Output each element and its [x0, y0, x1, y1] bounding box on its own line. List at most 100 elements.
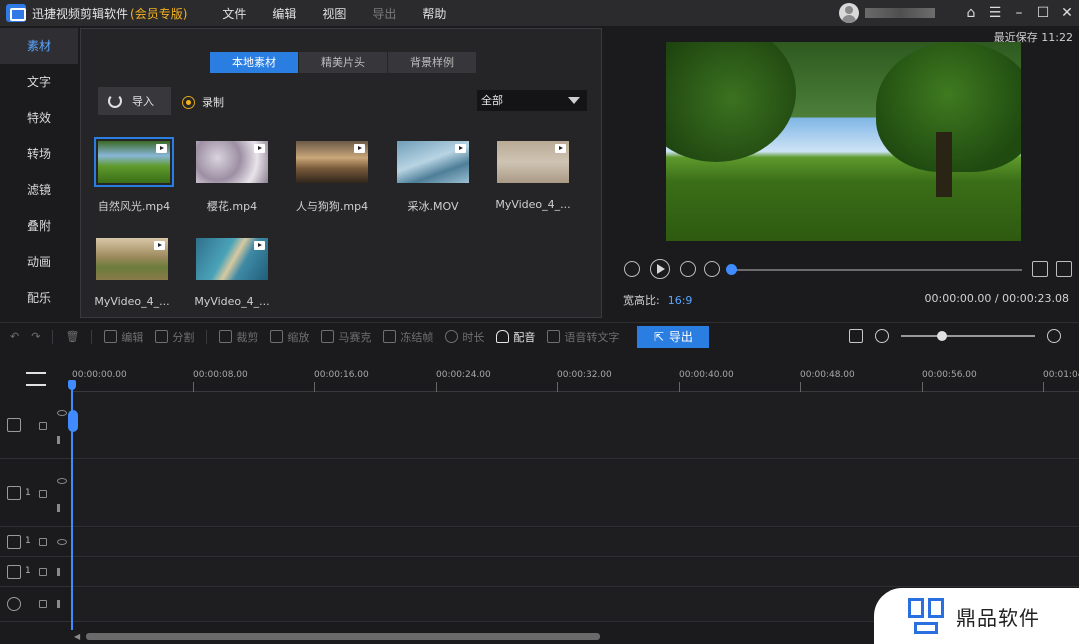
minimize-icon[interactable]: – — [1007, 0, 1031, 26]
username-blurred[interactable] — [865, 8, 935, 18]
close-icon[interactable]: ✕ — [1055, 0, 1079, 26]
track-header: 1 — [0, 528, 72, 556]
split-label: 分割 — [172, 330, 195, 344]
media-item[interactable]: 樱花.mp4 — [196, 141, 268, 213]
freeze-label: 冻结帧 — [400, 330, 434, 344]
media-item[interactable]: MyVideo_4_... — [94, 238, 170, 308]
sidebar-item-overlay[interactable]: 叠附 — [0, 208, 78, 244]
track-lane[interactable] — [72, 460, 1079, 526]
divider — [52, 329, 54, 344]
speaker-icon[interactable] — [57, 436, 65, 444]
sidebar-item-music[interactable]: 配乐 — [0, 280, 78, 316]
zoom-in-icon[interactable] — [1047, 329, 1061, 343]
undo-icon[interactable]: ↶ — [10, 330, 19, 343]
eye-icon[interactable] — [57, 410, 67, 416]
menu-export[interactable]: 导出 — [359, 5, 409, 22]
track-lane[interactable] — [72, 558, 1079, 586]
sidebar-item-media[interactable]: 素材 — [0, 28, 78, 64]
volume-icon[interactable] — [1032, 261, 1048, 277]
mosaic-icon — [321, 330, 335, 343]
play-icon[interactable] — [650, 259, 670, 279]
zoom-button[interactable]: 缩放 — [270, 329, 309, 345]
user-avatar[interactable] — [839, 3, 859, 23]
lock-icon[interactable] — [39, 422, 47, 430]
import-icon — [108, 94, 122, 108]
scissors-icon — [155, 330, 169, 343]
zoom-slider[interactable] — [901, 331, 1035, 341]
video-icon — [254, 144, 265, 153]
sidebar-item-transitions[interactable]: 转场 — [0, 136, 78, 172]
tab-backgrounds[interactable]: 背景样例 — [388, 52, 476, 73]
delete-icon[interactable]: 🗑 — [65, 330, 79, 343]
sidebar-item-text[interactable]: 文字 — [0, 64, 78, 100]
prev-frame-icon[interactable] — [624, 261, 640, 277]
duration-button[interactable]: 时长 — [445, 329, 484, 345]
aspect-value: 16:9 — [667, 294, 693, 307]
speech-to-text-button[interactable]: 语音转文字 — [547, 329, 619, 345]
text-icon — [7, 535, 21, 549]
stop-icon[interactable] — [704, 261, 720, 277]
ruler-tick: 00:00:48.00 — [800, 370, 855, 392]
media-item[interactable]: 自然风光.mp4 — [94, 137, 174, 213]
menu-view[interactable]: 视图 — [309, 5, 359, 22]
sidebar-item-effects[interactable]: 特效 — [0, 100, 78, 136]
seek-bar[interactable] — [732, 269, 1022, 271]
menu-icon[interactable]: ☰ — [983, 0, 1007, 26]
scrollbar-thumb[interactable] — [86, 633, 600, 640]
lock-icon[interactable] — [39, 568, 47, 576]
media-filter-select[interactable]: 全部 — [477, 90, 587, 111]
speaker-icon[interactable] — [57, 504, 65, 512]
next-frame-icon[interactable] — [680, 261, 696, 277]
timeline-zoom — [843, 329, 1067, 343]
aspect-ratio[interactable]: 宽高比: 16:9 — [623, 292, 692, 308]
split-button[interactable]: 分割 — [155, 329, 194, 345]
media-item[interactable]: MyVideo_4_... — [495, 141, 571, 211]
edit-button[interactable]: 编辑 — [104, 329, 143, 345]
sidebar-item-filters[interactable]: 滤镜 — [0, 172, 78, 208]
media-item[interactable]: MyVideo_4_... — [194, 238, 270, 308]
time-ruler[interactable]: 00:00:00.00 00:00:08.00 00:00:16.00 00:0… — [72, 368, 1079, 392]
scroll-left-icon[interactable]: ◀ — [74, 632, 80, 641]
track-music: 1 — [0, 558, 1079, 587]
media-item[interactable]: 人与狗狗.mp4 — [296, 141, 368, 213]
fit-icon[interactable] — [849, 329, 863, 343]
media-item[interactable]: 采冰.MOV — [397, 141, 469, 213]
aspect-label: 宽高比: — [623, 294, 660, 307]
track-lane[interactable] — [72, 392, 1079, 458]
eye-icon[interactable] — [57, 478, 67, 484]
tab-intros[interactable]: 精美片头 — [299, 52, 387, 73]
import-button[interactable]: 导入 — [98, 87, 171, 115]
redo-icon[interactable]: ↷ — [31, 330, 40, 343]
eye-icon[interactable] — [57, 539, 67, 545]
playhead-handle[interactable] — [68, 410, 78, 432]
tab-local-media[interactable]: 本地素材 — [210, 52, 298, 73]
export-button[interactable]: ⇱ 导出 — [637, 325, 710, 348]
zoom-out-icon[interactable] — [875, 329, 889, 343]
crop-button[interactable]: 裁剪 — [219, 329, 258, 345]
dub-button[interactable]: 配音 — [496, 329, 535, 345]
add-track-icon[interactable] — [26, 372, 46, 386]
menu-file[interactable]: 文件 — [209, 5, 259, 22]
video-preview[interactable] — [666, 42, 1021, 241]
title-bar: 迅捷视频剪辑软件 (会员专版) 文件 编辑 视图 导出 帮助 ⌂ ☰ – ☐ ✕ — [0, 0, 1079, 26]
home-icon[interactable]: ⌂ — [959, 0, 983, 26]
record-radio[interactable] — [182, 95, 195, 109]
mosaic-button[interactable]: 马赛克 — [321, 329, 371, 345]
speaker-icon[interactable] — [57, 568, 65, 576]
fullscreen-icon[interactable] — [1056, 261, 1072, 277]
freeze-frame-button[interactable]: 冻结帧 — [383, 329, 433, 345]
record-option[interactable]: 录制 — [182, 94, 224, 110]
import-label: 导入 — [132, 95, 154, 108]
seek-handle[interactable] — [726, 264, 737, 275]
sidebar-item-animation[interactable]: 动画 — [0, 244, 78, 280]
speaker-icon[interactable] — [57, 600, 65, 608]
menu-help[interactable]: 帮助 — [409, 5, 459, 22]
maximize-icon[interactable]: ☐ — [1031, 0, 1055, 26]
lock-icon[interactable] — [39, 490, 47, 498]
lock-icon[interactable] — [39, 600, 47, 608]
menu-edit[interactable]: 编辑 — [259, 5, 309, 22]
track-lane[interactable] — [72, 528, 1079, 556]
lock-icon[interactable] — [39, 538, 47, 546]
ruler-tick: 00:00:08.00 — [193, 370, 248, 392]
divider — [91, 329, 93, 344]
